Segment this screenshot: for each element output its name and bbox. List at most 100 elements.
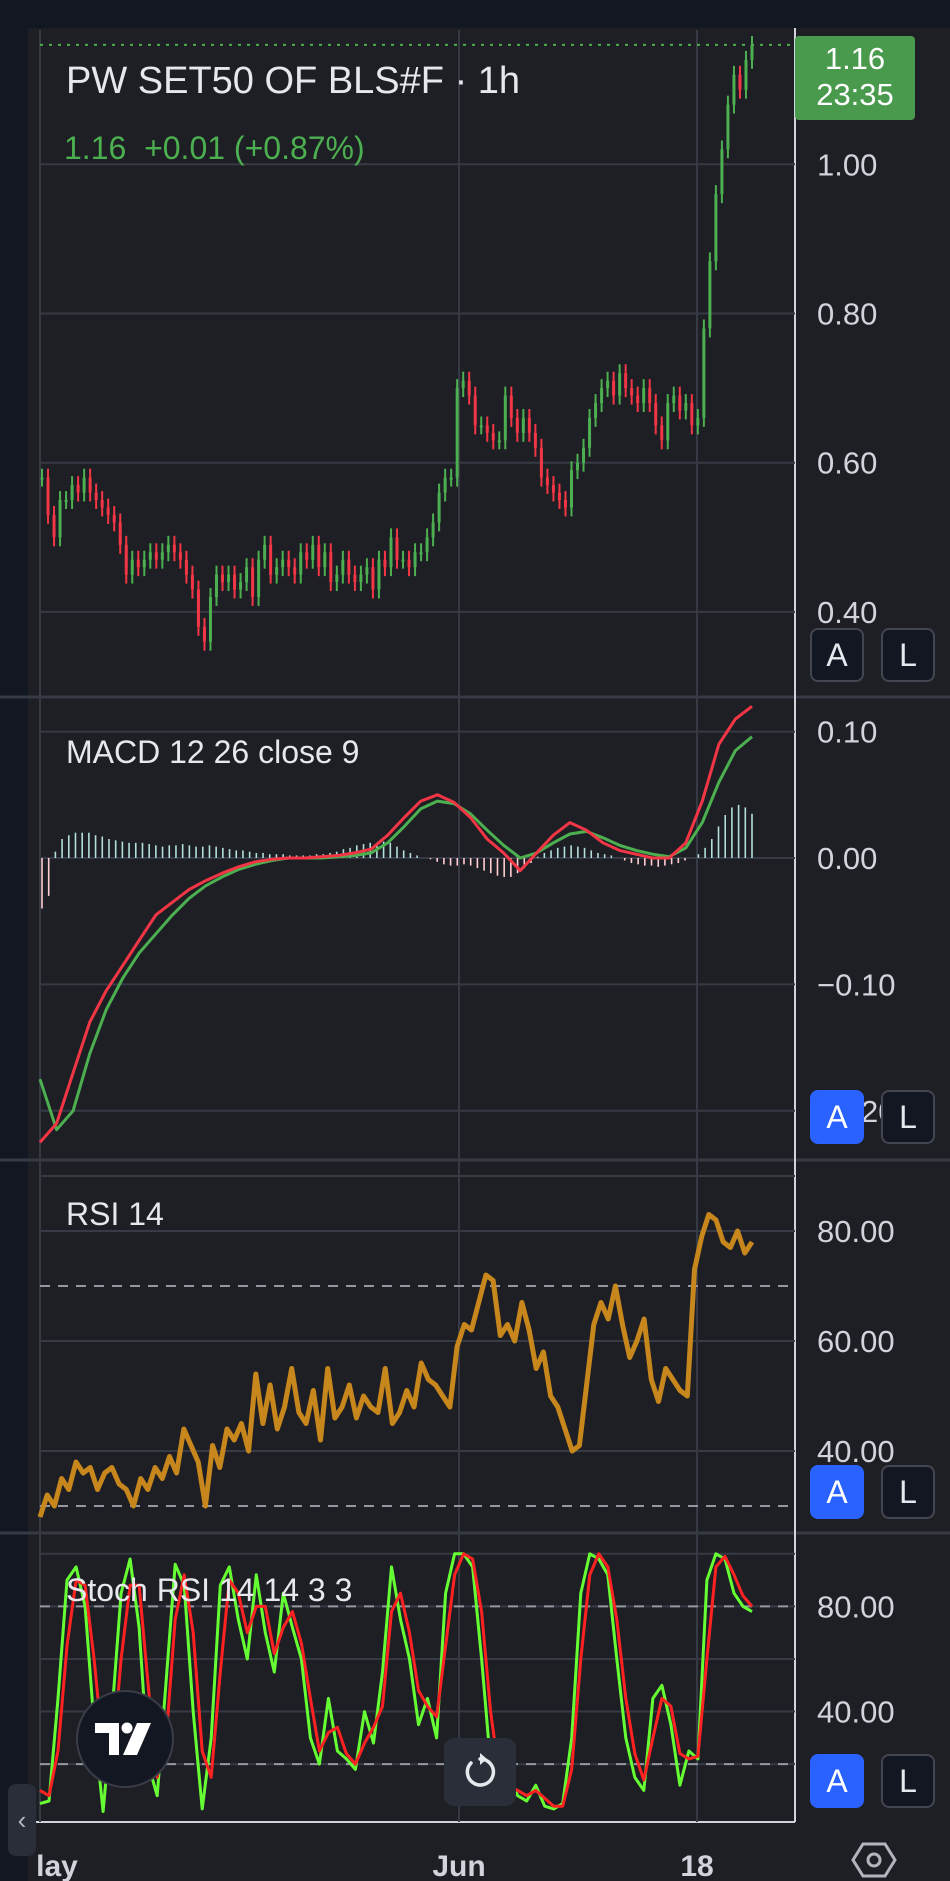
candle-body xyxy=(485,425,489,433)
candle-body xyxy=(401,559,405,562)
axis-layer: 1.000.800.600.400.100.00−0.10−0.2080.006… xyxy=(36,147,950,1881)
macd-auto-scale-button[interactable]: A xyxy=(810,1090,864,1144)
candle-body xyxy=(672,395,676,404)
candle-body xyxy=(257,559,261,598)
candle-body xyxy=(124,544,128,575)
y-tick-label: 1.00 xyxy=(817,147,877,182)
candle-body xyxy=(618,373,622,396)
candle-body xyxy=(515,417,519,433)
change-percent-value: (+0.87%) xyxy=(233,130,365,166)
candle-body xyxy=(40,477,44,480)
candle-body xyxy=(551,485,555,493)
candle-body xyxy=(233,574,237,590)
y-tick-label: 80.00 xyxy=(817,1214,895,1249)
settings-hexagon-icon xyxy=(851,1842,897,1878)
candle-body xyxy=(576,462,580,471)
candle-body xyxy=(130,559,134,575)
legend-separator: · xyxy=(454,60,468,102)
candle-body xyxy=(196,589,200,627)
stoch-log-scale-button[interactable]: L xyxy=(881,1754,935,1808)
candle-body xyxy=(64,500,68,503)
candle-body xyxy=(100,500,104,508)
candle-body xyxy=(690,403,694,426)
candle-body xyxy=(425,537,429,553)
candle-body xyxy=(293,567,297,575)
candle-body xyxy=(245,567,249,583)
candle-body xyxy=(190,574,194,590)
rsi-auto-scale-button[interactable]: A xyxy=(810,1465,864,1519)
candle-body xyxy=(726,104,730,150)
candle-body xyxy=(503,395,507,441)
candle-body xyxy=(395,537,399,560)
y-tick-label: 0.10 xyxy=(817,715,877,750)
candle-body xyxy=(750,44,754,60)
candle-body xyxy=(269,544,273,575)
candle-body xyxy=(419,552,423,555)
y-tick-label: 0.40 xyxy=(817,595,877,630)
y-tick-label: 0.00 xyxy=(817,841,877,876)
interval-label: 1h xyxy=(477,60,521,102)
candle-body xyxy=(630,388,634,396)
price-change-legend: 1.16 +0.01 (+0.87%) xyxy=(64,130,365,167)
candle-body xyxy=(684,403,688,411)
price-auto-scale-button[interactable]: A xyxy=(810,628,864,682)
candle-body xyxy=(732,74,736,105)
candle-body xyxy=(341,559,345,575)
stoch-auto-scale-button[interactable]: A xyxy=(810,1754,864,1808)
candle-body xyxy=(563,500,567,508)
macd-log-scale-button[interactable]: L xyxy=(881,1090,935,1144)
candle-body xyxy=(467,380,471,396)
candle-body xyxy=(317,544,321,568)
candle-body xyxy=(214,574,218,598)
y-tick-label: −0.10 xyxy=(817,967,895,1002)
candle-body xyxy=(744,59,748,90)
candle-body xyxy=(594,403,598,418)
candle-body xyxy=(533,432,537,448)
y-tick-label: 80.00 xyxy=(817,1589,895,1624)
candle-body xyxy=(678,395,682,411)
candle-body xyxy=(738,74,742,90)
candle-body xyxy=(46,477,50,515)
candle-body xyxy=(479,425,483,428)
stoch-rsi-legend[interactable]: Stoch RSI 14 14 3 3 xyxy=(66,1572,352,1609)
tradingview-logo[interactable] xyxy=(76,1690,174,1788)
y-tick-label: 40.00 xyxy=(817,1695,895,1730)
candle-body xyxy=(275,567,279,575)
candle-body xyxy=(702,328,706,418)
candle-body xyxy=(299,552,303,575)
candle-body xyxy=(311,544,315,560)
macd-legend[interactable]: MACD 12 26 close 9 xyxy=(66,734,359,771)
macd-signal-line xyxy=(38,735,753,1132)
y-tick-label: 60.00 xyxy=(817,1324,895,1359)
candle-body xyxy=(76,485,80,493)
candle-body xyxy=(612,380,616,396)
candle-body xyxy=(184,559,188,575)
candle-body xyxy=(251,567,255,598)
candle-body xyxy=(624,373,628,389)
price-log-scale-button[interactable]: L xyxy=(881,628,935,682)
candle-body xyxy=(539,447,543,478)
change-value: +0.01 xyxy=(144,130,226,166)
reset-chart-button[interactable] xyxy=(444,1738,516,1806)
rsi-legend[interactable]: RSI 14 xyxy=(66,1196,164,1233)
candle-body xyxy=(136,559,140,568)
chart-settings-button[interactable] xyxy=(848,1840,900,1880)
rsi-log-scale-button[interactable]: L xyxy=(881,1465,935,1519)
candle-body xyxy=(287,559,291,568)
candle-body xyxy=(660,425,664,441)
candle-body xyxy=(347,559,351,575)
candle-body xyxy=(221,574,225,583)
candle-body xyxy=(58,500,62,538)
collapse-toolbar-button[interactable]: ‹ xyxy=(8,1784,36,1856)
candle-body xyxy=(106,507,110,515)
symbol-legend[interactable]: PW SET50 OF BLS#F · 1h xyxy=(66,60,520,103)
grid-layer xyxy=(0,28,950,1823)
candle-body xyxy=(208,597,212,642)
last-price-badge-countdown: 23:35 xyxy=(816,77,894,112)
tradingview-logo-icon xyxy=(95,1722,151,1755)
candle-body xyxy=(154,552,158,560)
candle-body xyxy=(52,514,56,538)
candle-body xyxy=(545,477,549,486)
candle-body xyxy=(557,492,561,501)
candle-body xyxy=(202,626,206,642)
